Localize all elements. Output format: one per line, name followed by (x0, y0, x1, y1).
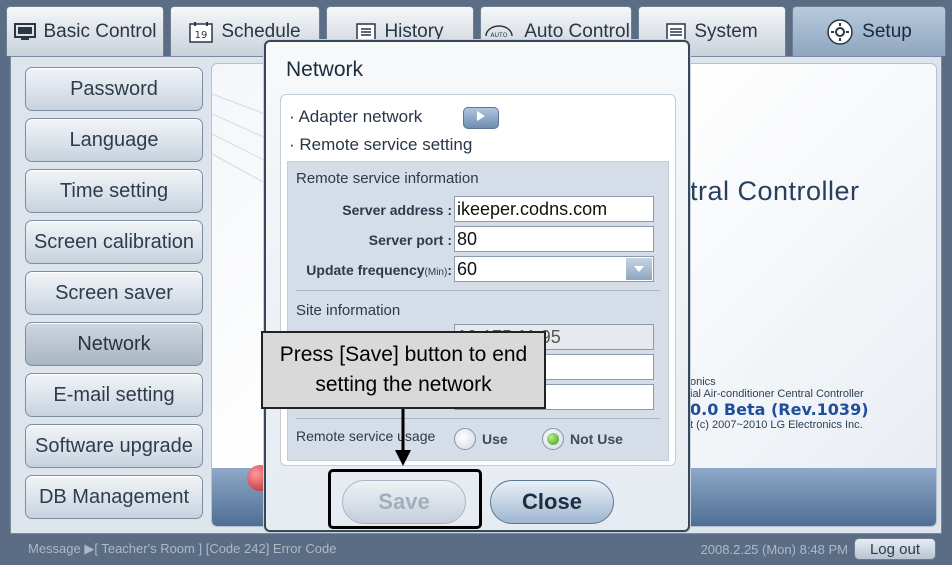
annotation-arrow-icon (395, 409, 411, 466)
instruction-callout: Press [Save] button to end setting the n… (261, 331, 546, 409)
callout-line-2: setting the network (315, 373, 492, 396)
app-frame: Basic Control 19 Schedule History AUTO A… (0, 0, 952, 565)
callout-line-1: Press [Save] button to end (279, 343, 528, 366)
